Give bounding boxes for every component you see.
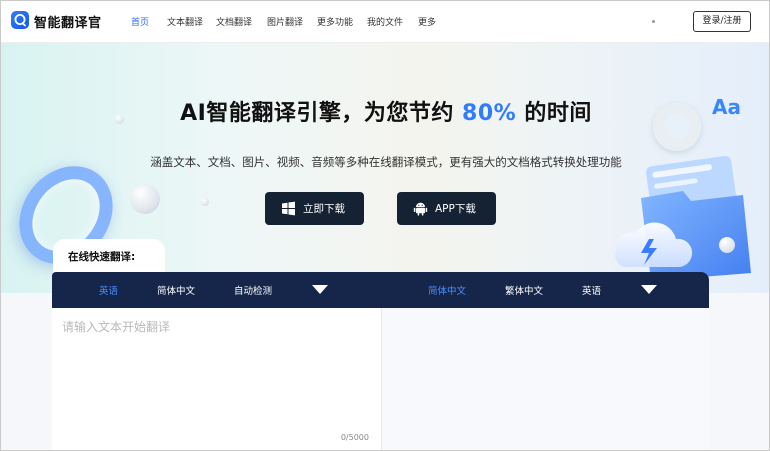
download-windows-label: 立即下载 (303, 203, 345, 215)
source-lang-dropdown-icon[interactable] (312, 285, 328, 294)
target-lang-traditional-chinese[interactable]: 繁体中文 (505, 283, 543, 297)
download-app-button[interactable]: APP下载 (397, 192, 496, 225)
source-lang-english[interactable]: 英语 (99, 283, 118, 297)
target-lang-dropdown-icon[interactable] (641, 285, 657, 294)
quick-translate-tab: 在线快速翻译: (53, 239, 165, 273)
android-icon (413, 202, 428, 216)
chat-bubble-icon[interactable] (11, 11, 29, 29)
nav-item-doc-translate[interactable]: 文档翻译 (216, 15, 252, 28)
nav-item-image-translate[interactable]: 图片翻译 (267, 15, 303, 28)
nav-item-home[interactable]: 首页 (131, 15, 149, 28)
target-lang-simplified-chinese[interactable]: 简体中文 (428, 283, 466, 297)
nav-item-more-features[interactable]: 更多功能 (317, 15, 353, 28)
target-lang-english[interactable]: 英语 (582, 283, 601, 297)
sphere-decoration (719, 237, 735, 253)
hero-subtitle: 涵盖文本、文档、图片、视频、音频等多种在线翻译模式，更有强大的文档格式转换处理功… (150, 155, 622, 169)
language-bar: 英语 简体中文 自动检测 简体中文 繁体中文 英语 (52, 272, 709, 308)
top-nav: 智能翻译官 首页 文本翻译 文档翻译 图片翻译 更多功能 我的文件 更多 登录/… (1, 1, 769, 43)
character-counter: 0/5000 (340, 433, 369, 442)
page-frame: 智能翻译官 首页 文本翻译 文档翻译 图片翻译 更多功能 我的文件 更多 登录/… (0, 0, 770, 451)
sphere-decoration (201, 198, 209, 206)
source-lang-simplified-chinese[interactable]: 简体中文 (157, 283, 195, 297)
quick-translate-label: 在线快速翻译: (68, 251, 136, 263)
download-app-label: APP下载 (435, 203, 476, 215)
brand-name[interactable]: 智能翻译官 (34, 12, 102, 31)
nav-item-text-translate[interactable]: 文本翻译 (167, 15, 203, 28)
nav-item-more[interactable]: 更多 (418, 15, 436, 28)
source-lang-auto-detect[interactable]: 自动检测 (234, 283, 272, 297)
nav-item-my-files[interactable]: 我的文件 (367, 15, 403, 28)
sphere-decoration (130, 184, 160, 214)
source-text-pane: 0/5000 (52, 308, 381, 450)
hero-title-highlight: 80% (462, 101, 517, 126)
login-register-button[interactable]: 登录/注册 (693, 11, 751, 32)
source-text-input[interactable] (62, 318, 372, 433)
windows-icon (282, 201, 295, 216)
target-text-pane (381, 308, 709, 450)
hero-title: AI智能翻译引擎，为您节约 80% 的时间 (180, 101, 592, 126)
download-windows-button[interactable]: 立即下载 (265, 192, 364, 225)
dot-divider (652, 20, 655, 23)
